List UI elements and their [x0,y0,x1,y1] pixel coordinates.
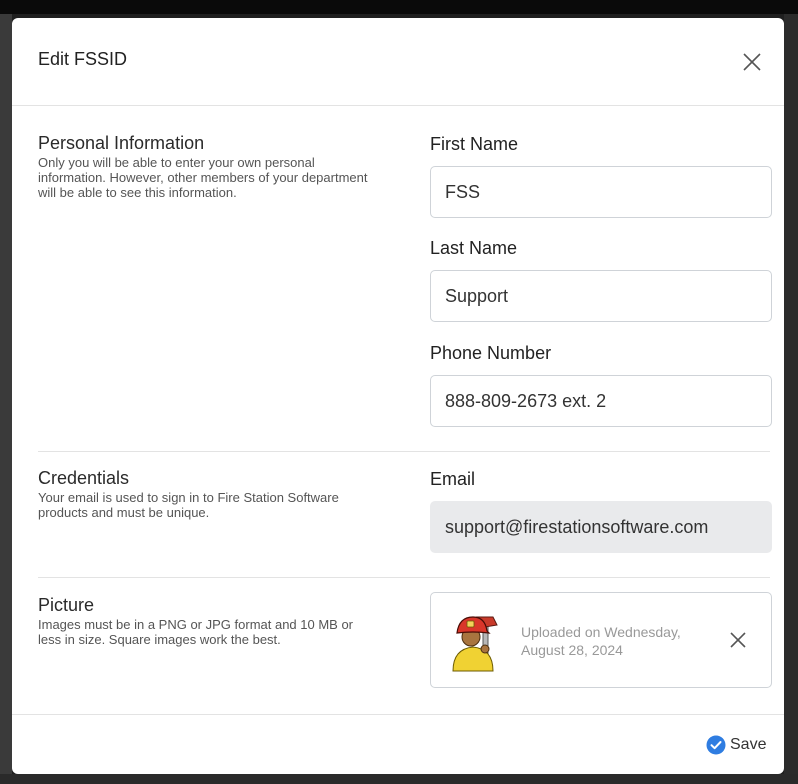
modal-header: Edit FSSID [12,18,784,106]
last-name-label: Last Name [430,238,518,258]
email-label: Email [430,469,476,489]
section-divider [38,451,770,452]
edit-fssid-modal: Edit FSSID Personal Information Only you… [12,18,784,774]
section-divider [38,577,770,578]
background-bottom-edge [0,774,798,784]
modal-footer: Save [12,714,784,774]
picture-upload-box[interactable]: Uploaded on Wednesday, August 28, 2024 [430,592,772,688]
last-name-field[interactable] [430,270,772,322]
first-name-label: First Name [430,134,519,154]
upload-date-text: Uploaded on Wednesday, August 28, 2024 [521,624,681,658]
background-right-edge [784,14,798,784]
credentials-title: Credentials [38,468,130,488]
modal-title: Edit FSSID [38,49,128,69]
credentials-description: Your email is used to sign in to Fire St… [38,490,339,520]
personal-info-title: Personal Information [38,133,205,153]
phone-number-label: Phone Number [430,343,552,363]
save-button-label: Save [730,736,767,753]
personal-info-description: Only you will be able to enter your own … [38,155,368,200]
phone-number-field[interactable] [430,375,772,427]
save-button[interactable]: Save [706,733,766,757]
email-field [430,501,772,553]
background-left-edge [0,14,12,784]
firefighter-avatar-icon [452,616,498,672]
remove-picture-icon[interactable] [727,629,749,651]
picture-description: Images must be in a PNG or JPG format an… [38,617,354,647]
check-circle-icon [706,735,726,755]
background-top-bar [0,0,798,14]
picture-title: Picture [38,595,95,615]
first-name-field[interactable] [430,166,772,218]
close-button[interactable] [738,48,766,76]
close-icon [743,53,761,71]
